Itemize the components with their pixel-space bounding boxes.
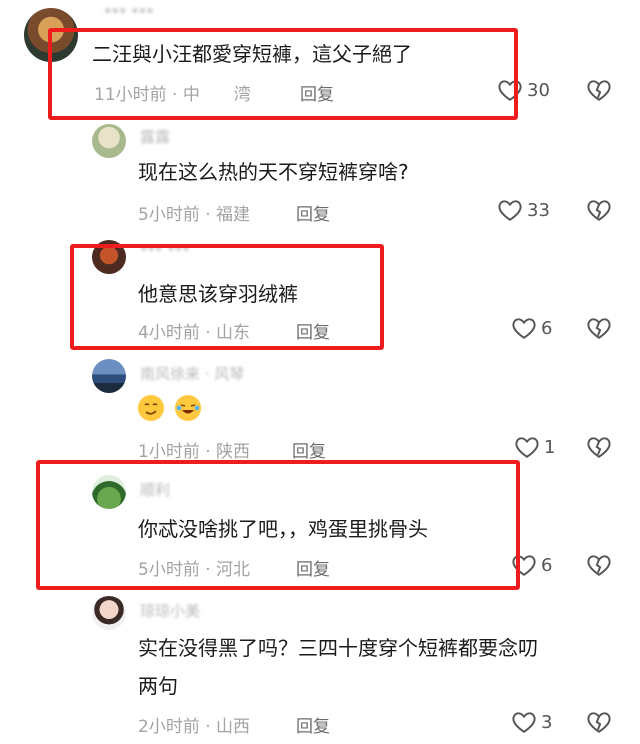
comment-meta: 5小时前 · 河北: [138, 560, 251, 580]
avatar[interactable]: [92, 124, 126, 158]
avatar[interactable]: [92, 240, 126, 274]
like-count: 30: [527, 79, 550, 101]
comment-text: 你忒没啥挑了吧，，鸡蛋里挑骨头: [138, 517, 428, 541]
reply-button[interactable]: 回复: [296, 200, 330, 225]
comment-3: *** *** 他意思该穿羽绒裤 4小时前 · 山东 回复 6: [0, 240, 640, 355]
like-button[interactable]: 6: [511, 553, 552, 577]
avatar[interactable]: [92, 475, 126, 509]
reply-button[interactable]: 回复: [296, 555, 330, 580]
comment-text: 现在这么热的天不穿短裤穿啥?: [138, 160, 409, 184]
comment-text-line-2: 两句: [138, 674, 178, 698]
reply-button[interactable]: 回复: [296, 712, 330, 737]
username[interactable]: 露露: [140, 126, 170, 147]
broken-heart-icon: [586, 316, 612, 340]
heart-outline-icon: [511, 710, 537, 734]
comment-2: 露露 现在这么热的天不穿短裤穿啥? 5小时前 · 福建 回复 33: [0, 120, 640, 240]
comment-1: *** *** 二汪與小汪都愛穿短褲，這父子絕了 11小时前 · 中 湾 回复 …: [0, 0, 640, 120]
comment-meta: 5小时前 · 福建: [138, 205, 251, 225]
reply-button[interactable]: 回复: [300, 80, 334, 105]
like-count: 3: [541, 711, 553, 733]
like-button[interactable]: 6: [511, 316, 552, 340]
comment-text: 他意思该穿羽绒裤: [138, 282, 298, 306]
broken-heart-icon: [586, 553, 612, 577]
like-count: 33: [527, 199, 550, 221]
dislike-button[interactable]: [586, 78, 612, 102]
comment-4: 南风徐来 · 风琴 1小时前 · 陕西 回复 1: [0, 355, 640, 465]
dislike-button[interactable]: [586, 553, 612, 577]
comment-5: 顺利 你忒没啥挑了吧，，鸡蛋里挑骨头 5小时前 · 河北 回复 6: [0, 465, 640, 585]
heart-outline-icon: [511, 316, 537, 340]
like-button[interactable]: 3: [511, 710, 552, 734]
emoji-row: [138, 395, 207, 427]
comment-meta: 4小时前 · 山东: [138, 323, 251, 343]
username[interactable]: *** ***: [140, 242, 190, 260]
like-count: 6: [541, 554, 553, 576]
username[interactable]: 顺利: [140, 479, 170, 500]
reply-button[interactable]: 回复: [296, 318, 330, 343]
dislike-button[interactable]: [586, 710, 612, 734]
username[interactable]: 琼琼小美: [140, 600, 200, 621]
username[interactable]: *** ***: [104, 4, 154, 22]
avatar[interactable]: [92, 359, 126, 393]
comment-text: 二汪與小汪都愛穿短褲，這父子絕了: [92, 42, 412, 66]
broken-heart-icon: [586, 710, 612, 734]
smirk-face-icon: [138, 395, 164, 421]
dislike-button[interactable]: [586, 435, 612, 459]
comment-6: 琼琼小美 实在没得黑了吗？三四十度穿个短裤都要念叨 两句 2小时前 · 山西 回…: [0, 590, 640, 744]
comment-meta: 2小时前 · 山西: [138, 717, 251, 737]
heart-outline-icon: [497, 198, 523, 222]
comment-meta: 11小时前 · 中 湾: [94, 85, 251, 105]
reply-button[interactable]: 回复: [292, 437, 326, 462]
avatar[interactable]: [92, 596, 126, 630]
like-button[interactable]: 30: [497, 78, 550, 102]
broken-heart-icon: [586, 78, 612, 102]
avatar[interactable]: [24, 8, 78, 62]
dislike-button[interactable]: [586, 316, 612, 340]
comment-text-line-1: 实在没得黑了吗？三四十度穿个短裤都要念叨: [138, 636, 538, 660]
like-count: 6: [541, 317, 553, 339]
heart-outline-icon: [511, 553, 537, 577]
laughing-crying-face-icon: [175, 395, 202, 421]
broken-heart-icon: [586, 435, 612, 459]
like-button[interactable]: 1: [514, 435, 555, 459]
username[interactable]: 南风徐来 · 风琴: [140, 363, 244, 384]
like-button[interactable]: 33: [497, 198, 550, 222]
dislike-button[interactable]: [586, 198, 612, 222]
comment-meta: 1小时前 · 陕西: [138, 442, 251, 462]
heart-outline-icon: [514, 435, 540, 459]
broken-heart-icon: [586, 198, 612, 222]
like-count: 1: [544, 436, 556, 458]
heart-outline-icon: [497, 78, 523, 102]
